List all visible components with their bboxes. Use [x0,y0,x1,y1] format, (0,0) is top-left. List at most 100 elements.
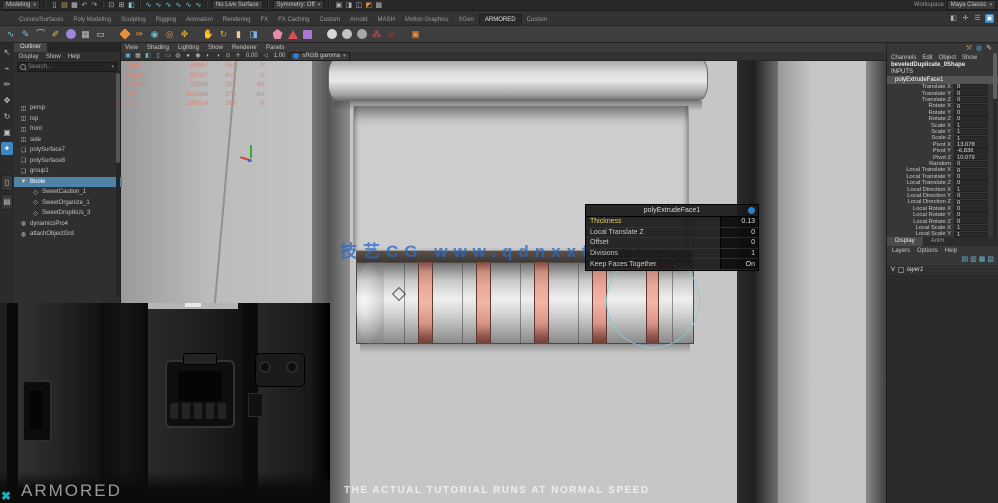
shelf-tab-rendering[interactable]: Rendering [218,15,256,25]
exposure-value[interactable]: 0.00 [244,53,260,59]
textured-icon[interactable]: ◉ [194,52,202,60]
safe-action-icon[interactable]: ▭ [164,52,172,60]
layer-tab-display[interactable]: Display [887,237,923,246]
outliner-item-dynamicspro4[interactable]: ◍dynamicsPro4 [14,219,122,229]
wireframe-icon[interactable]: ◍ [174,52,182,60]
scrollbar-thumb[interactable] [116,73,120,163]
monitor-icon[interactable]: ▭ [94,28,107,41]
selected-face-band[interactable] [476,262,491,344]
shelf-tab-custom[interactable]: Custom [522,15,553,25]
outliner-item-side[interactable]: ◫side [14,135,122,145]
scrollbar-thumb[interactable] [993,53,997,99]
viewport-menu-renderer[interactable]: Renderer [232,45,257,51]
channel-box-scrollbar[interactable] [993,53,997,237]
viewport-menu-shading[interactable]: Shading [147,45,169,51]
construction-icon[interactable]: ◨ [344,1,353,10]
new-empty-layer-icon[interactable]: ▤ [962,255,969,263]
redo-icon[interactable]: ↷ [90,1,99,10]
snap-curve-icon[interactable]: ∿ [154,1,163,10]
lights-icon[interactable]: ◐ [204,52,212,60]
shelf-tab-arnold[interactable]: Arnold [345,15,372,25]
shelf-tab-poly-modeling[interactable]: Poly Modeling [68,15,116,25]
outliner-item-polysurface8[interactable]: ❑polySurface8 [14,156,122,166]
shelf-tab-mash[interactable]: MASH [373,15,400,25]
outliner-item-group1[interactable]: ❑group1 [14,166,122,176]
popup-attr-value[interactable]: 0 [720,228,758,238]
outliner-item-persp[interactable]: ◫persp [14,103,122,113]
arc-tool-icon[interactable]: ↻ [217,28,230,41]
new-layer-selected-icon[interactable]: ▥ [970,255,977,263]
layer-menu-options[interactable]: Options [917,248,938,254]
shelf-editor-icon[interactable]: ▣ [985,14,994,23]
sphere-shaded-icon[interactable] [325,28,338,41]
channel-box-node[interactable]: polyExtrudeFace1 [887,76,998,84]
symmetry-dropdown[interactable]: Symmetry: Off ▾ [273,0,325,10]
selected-face-band[interactable] [418,262,433,344]
channel-attribute-value[interactable]: 0 [954,168,988,174]
channel-attribute-value[interactable]: -6.836 [954,148,988,154]
layout-single[interactable]: ▯ [1,175,13,191]
search-input[interactable]: Search... ▾ [17,62,117,72]
attribute-editor-icon[interactable]: ◍ [976,44,982,54]
popup-row-local-translate-z[interactable]: Local Translate Z0 [586,228,758,239]
select-hierarchy-icon[interactable]: ⊡ [107,1,116,10]
shelf-menu-icon[interactable]: ☰ [973,14,982,23]
viewport-menu-show[interactable]: Show [208,45,223,51]
node-state-icon[interactable] [748,207,755,214]
add-shelf-icon[interactable]: ✛ [961,14,970,23]
save-scene-icon[interactable]: ▦ [70,1,79,10]
snap-view-icon[interactable]: ∿ [184,1,193,10]
scale-tool[interactable]: ▣ [1,126,13,139]
select-tool[interactable]: ↖ [1,46,13,59]
ep-curve-icon[interactable]: ✎ [19,28,32,41]
channel-attribute-value[interactable]: 0 [954,219,988,225]
triangle-prim-icon[interactable] [286,28,299,41]
channel-attribute-value[interactable]: 10.079 [954,155,988,161]
layer-tab-anim[interactable]: Anim [923,237,953,246]
layers-stack-icon[interactable]: ▣ [409,28,422,41]
pencil-curve-icon[interactable]: ✐ [49,28,62,41]
channel-attribute-value[interactable]: 0 [954,161,988,167]
hide-shelf-icon[interactable]: ◧ [949,14,958,23]
channel-attribute-value[interactable]: 1 [954,123,988,129]
shelf-tab-fx[interactable]: FX [255,15,273,25]
shelf-tab-armored[interactable]: ARMORED [479,14,522,25]
selected-face-band[interactable] [592,262,607,344]
layout-four[interactable]: ▤ [1,194,13,210]
channel-attribute-value[interactable]: 1 [954,187,988,193]
film-gate-icon[interactable]: ◧ [144,52,152,60]
popup-row-thickness[interactable]: Thickness0.13 [586,217,758,228]
popup-row-keep-faces-together[interactable]: Keep Faces TogetherOn [586,259,758,270]
channel-box-menu-edit[interactable]: Edit [922,55,932,61]
viewport-menu-panels[interactable]: Panels [266,45,284,51]
channel-attribute-value[interactable]: 0 [954,116,988,122]
snap-live-icon[interactable]: ∿ [194,1,203,10]
popup-attr-value[interactable]: 1 [720,249,758,259]
channel-attribute-value[interactable]: 0 [954,206,988,212]
shelf-tab-curves-surfaces[interactable]: Curves/Surfaces [14,15,68,25]
popup-attr-value[interactable]: 0.13 [720,217,758,227]
history-icon[interactable]: ▣ [334,1,343,10]
new-scene-icon[interactable]: ▯ [50,1,59,10]
hand-tool-icon[interactable]: ✋ [202,28,215,41]
outliner-tab[interactable]: Outliner [14,43,47,52]
outliner-item-attachobjectgrd[interactable]: ◍attachObjectGrd [14,229,122,239]
popup-attr-value[interactable]: 0 [720,238,758,248]
view-transform-dropdown[interactable]: sRGB gamma▾ [289,52,349,61]
keyboard-icon[interactable]: ▦ [79,28,92,41]
popup-title-bar[interactable]: polyExtrudeFace1 [586,205,758,217]
popup-attr-value[interactable]: On [720,259,758,269]
sculpt-sphere-icon[interactable] [64,28,77,41]
menu-set-dropdown[interactable]: Modeling ▾ [2,0,40,10]
snap-projected-icon[interactable]: ∿ [174,1,183,10]
shelf-tab-fx-caching[interactable]: FX Caching [273,15,314,25]
pinch-tool-icon[interactable]: ◎ [163,28,176,41]
snap-point-icon[interactable]: ∿ [164,1,173,10]
channel-attribute-value[interactable]: 0 [954,104,988,110]
shelf-tab-rigging[interactable]: Rigging [151,15,181,25]
channel-attribute-value[interactable]: 0 [954,180,988,186]
outliner-item-front[interactable]: ◫front [14,124,122,134]
sphere-matte-icon[interactable] [340,28,353,41]
cylinder-icon[interactable]: ▮ [232,28,245,41]
channel-attribute-value[interactable]: 13.078 [954,142,988,148]
